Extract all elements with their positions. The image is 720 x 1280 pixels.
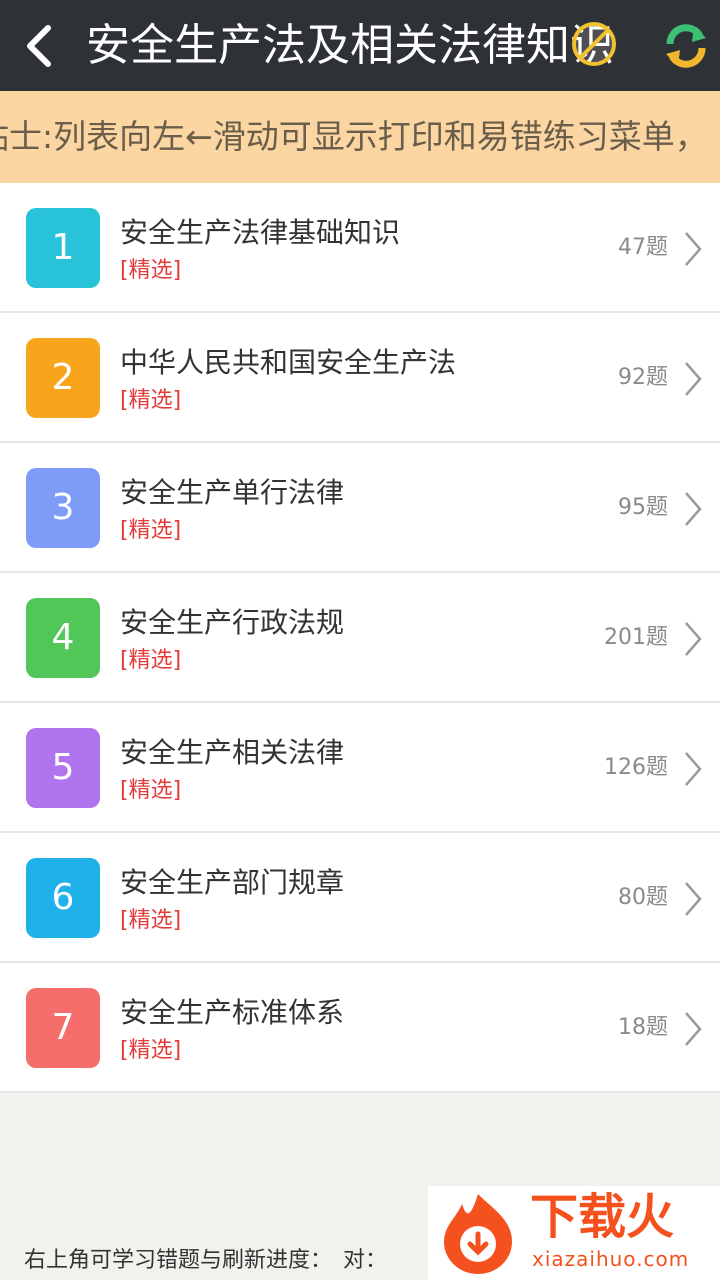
chevron-right-icon	[685, 1012, 702, 1046]
list-item[interactable]: 1 安全生产法律基础知识 [精选] 47题	[0, 183, 720, 313]
chapter-number-badge: 4	[26, 598, 100, 678]
chapter-number-badge: 5	[26, 728, 100, 808]
chevron-right-icon	[685, 362, 702, 396]
refresh-icon[interactable]	[660, 20, 712, 72]
chevron-right-icon	[685, 622, 702, 656]
chapter-number-badge: 1	[26, 208, 100, 288]
chapter-name: 安全生产标准体系	[120, 996, 345, 1029]
list-item[interactable]: 4 安全生产行政法规 [精选] 201题	[0, 573, 720, 703]
top-bar: 安全生产法及相关法律知识	[0, 0, 720, 91]
back-arrow-icon[interactable]	[18, 22, 62, 70]
chevron-right-icon	[685, 752, 702, 786]
chapter-name: 安全生产部门规章	[120, 866, 345, 899]
featured-tag: [精选]	[120, 518, 182, 543]
chapter-list: 1 安全生产法律基础知识 [精选] 47题 2 中华人民共和国安全生产法 [精选] 92题 3 安…	[0, 183, 720, 1093]
featured-tag: [精选]	[120, 908, 182, 933]
question-count: 95题	[618, 495, 668, 520]
question-count: 126题	[604, 755, 668, 780]
no-ads-icon[interactable]	[568, 18, 620, 70]
watermark: 下载火 xiazaihuo.com	[428, 1186, 720, 1280]
watermark-url: xiazaihuo.com	[532, 1247, 690, 1271]
list-item[interactable]: 2 中华人民共和国安全生产法 [精选] 92题	[0, 313, 720, 443]
question-count: 201题	[604, 625, 668, 650]
question-count: 80题	[618, 885, 668, 910]
chapter-name: 安全生产行政法规	[120, 606, 345, 639]
chapter-name: 安全生产法律基础知识	[120, 216, 401, 249]
fire-logo-icon	[444, 1194, 512, 1274]
footer-hint: 右上角可学习错题与刷新进度： 对：	[24, 1248, 388, 1273]
list-item[interactable]: 7 安全生产标准体系 [精选] 18题	[0, 963, 720, 1093]
chapter-name: 安全生产相关法律	[120, 736, 345, 769]
question-count: 47题	[618, 235, 668, 260]
featured-tag: [精选]	[120, 778, 182, 803]
chapter-number-badge: 7	[26, 988, 100, 1068]
list-item[interactable]: 3 安全生产单行法律 [精选] 95题	[0, 443, 720, 573]
featured-tag: [精选]	[120, 388, 182, 413]
chevron-right-icon	[685, 882, 702, 916]
chapter-number-badge: 6	[26, 858, 100, 938]
chapter-number-badge: 2	[26, 338, 100, 418]
chapter-number-badge: 3	[26, 468, 100, 548]
list-item[interactable]: 6 安全生产部门规章 [精选] 80题	[0, 833, 720, 963]
list-item[interactable]: 5 安全生产相关法律 [精选] 126题	[0, 703, 720, 833]
tip-banner: 贴士:列表向左←滑动可显示打印和易错练习菜单，	[0, 91, 720, 183]
chapter-name: 安全生产单行法律	[120, 476, 345, 509]
chevron-right-icon	[685, 492, 702, 526]
chevron-right-icon	[685, 232, 702, 266]
chapter-name: 中华人民共和国安全生产法	[120, 346, 457, 379]
tip-text: 贴士:列表向左←滑动可显示打印和易错练习菜单，	[0, 117, 708, 156]
question-count: 92题	[618, 365, 668, 390]
watermark-text: 下载火	[530, 1189, 675, 1245]
question-count: 18题	[618, 1015, 668, 1040]
featured-tag: [精选]	[120, 258, 182, 283]
featured-tag: [精选]	[120, 1038, 182, 1063]
featured-tag: [精选]	[120, 648, 182, 673]
